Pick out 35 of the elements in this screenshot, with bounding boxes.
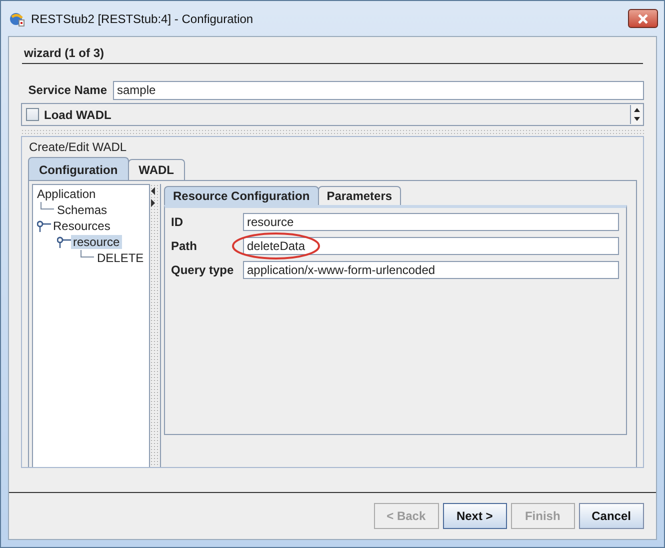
app-icon: [9, 10, 25, 26]
tree-item[interactable]: Resources: [51, 219, 112, 233]
close-icon: [637, 14, 649, 24]
text-field[interactable]: application/x-www-form-urlencoded: [243, 261, 619, 279]
tab[interactable]: Resource Configuration: [164, 186, 319, 205]
wizard-button[interactable]: Next >: [442, 503, 507, 529]
checkbox[interactable]: [26, 108, 39, 121]
window-title: RESTStub2 [RESTStub:4] - Configuration: [31, 12, 254, 26]
tab[interactable]: Configuration: [28, 157, 129, 180]
down-arrow-icon: [634, 117, 640, 122]
load-wadl-checkbox[interactable]: Load WADL: [26, 108, 112, 122]
expand-handle-icon[interactable]: [37, 220, 51, 232]
service-name-field[interactable]: sample: [113, 80, 644, 100]
tree-item[interactable]: Schemas: [55, 203, 110, 217]
tree-item[interactable]: DELETE: [95, 251, 146, 265]
field-label: Path: [171, 239, 198, 253]
expand-handle-icon[interactable]: [57, 236, 71, 248]
text-field[interactable]: resource: [243, 213, 619, 231]
tree-line-icon: [80, 250, 94, 258]
text-field[interactable]: deleteData: [243, 237, 619, 255]
up-arrow-icon: [634, 108, 640, 112]
field-label: Service Name: [27, 83, 107, 97]
splitter-handle[interactable]: [150, 184, 161, 467]
tree-line-icon: [40, 202, 54, 210]
tab[interactable]: WADL: [128, 159, 185, 180]
arrows-icon: [150, 186, 156, 208]
spinner-control[interactable]: [630, 105, 643, 124]
tree-item[interactable]: Application: [35, 187, 98, 201]
tab[interactable]: Parameters: [318, 186, 402, 205]
field-label: ID: [171, 215, 184, 229]
wizard-title: wizard (1 of 3): [22, 37, 643, 64]
wizard-button[interactable]: Cancel: [578, 503, 644, 529]
field-label: Query type: [171, 263, 235, 277]
tree-item[interactable]: resource: [71, 235, 122, 249]
close-button[interactable]: [628, 9, 658, 28]
